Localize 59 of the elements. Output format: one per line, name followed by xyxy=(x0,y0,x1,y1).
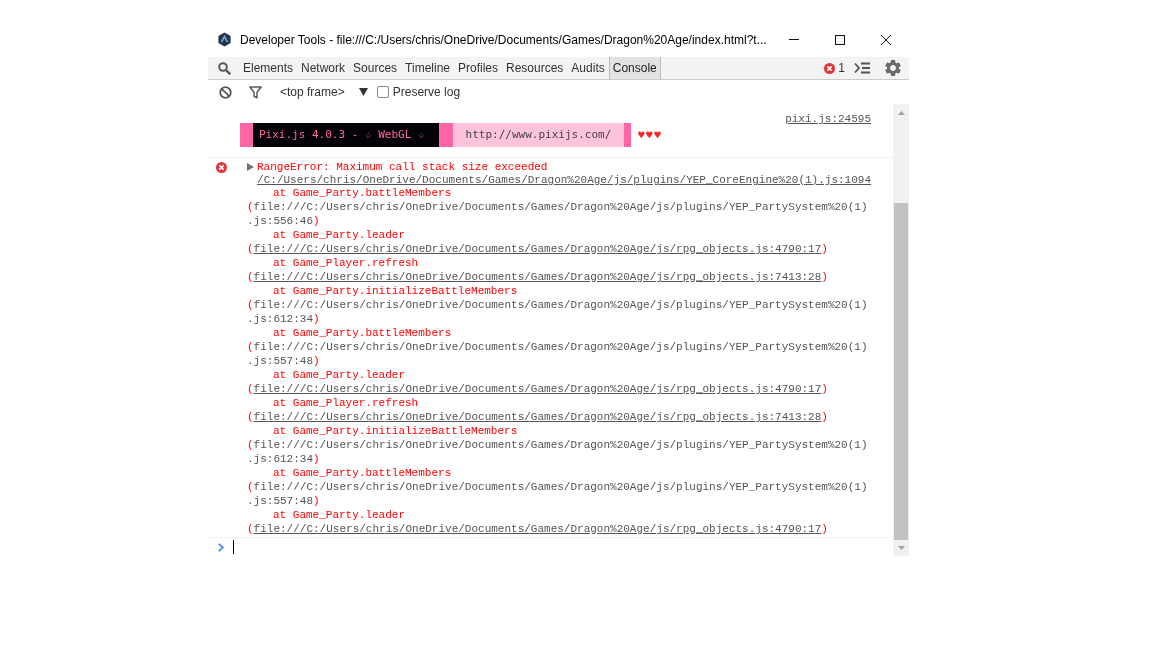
stack-frame-call: at Game_Party.leader xyxy=(273,508,406,522)
source-link[interactable]: file:///C:/Users/chris/OneDrive/Documents/Games/Dragon%20Age/js/rpg_objects.js:4790:17 xyxy=(253,383,822,395)
banner-url: http://www.pixijs.com/ xyxy=(452,123,625,147)
prompt-chevron-icon xyxy=(218,542,224,552)
circle-slash-icon[interactable] xyxy=(219,85,232,99)
settings-icon[interactable] xyxy=(883,58,903,78)
source-link[interactable]: file:///C:/Users/chris/OneDrive/Documents/Games/Dragon%20Age/js/rpg_objects.js:4790:17 xyxy=(253,523,822,535)
source-link[interactable]: pixi.js:24595 xyxy=(785,113,871,125)
stack-frame-call: at Game_Party.initializeBattleMembers xyxy=(273,424,518,438)
filter-icon[interactable] xyxy=(249,85,262,99)
text-cursor xyxy=(233,540,234,554)
caret-icon[interactable] xyxy=(358,88,368,96)
window-title: Developer Tools - file:///C:/Users/chris/OneDrive/Documents/Games/Dragon%20Age/index.html?t... xyxy=(240,31,767,49)
context-selector[interactable]: <top frame> xyxy=(280,83,345,101)
stack-location: (file:///C:/Users/chris/OneDrive/Documents/Games/Dragon%20Age/js/plugins/YEP_PartySystem%20(1).js:612:34) xyxy=(247,298,869,326)
error-icon xyxy=(216,162,227,173)
chevron-list-icon[interactable] xyxy=(854,62,870,74)
panel-tab[interactable]: Sources xyxy=(349,57,402,79)
stack-frame-call: at Game_Party.battleMembers xyxy=(273,186,452,200)
panel-tab[interactable]: Console xyxy=(608,57,661,79)
error-count-icon[interactable] xyxy=(824,62,836,74)
stack-frame-call: at Game_Party.initializeBattleMembers xyxy=(273,284,518,298)
stack-location: (file:///C:/Users/chris/OneDrive/Documents/Games/Dragon%20Age/js/rpg_objects.js:7413:28) xyxy=(247,270,828,284)
disclosure-triangle-icon[interactable] xyxy=(247,163,254,171)
error-count[interactable]: 1 xyxy=(838,59,845,77)
close-icon[interactable] xyxy=(881,34,891,45)
stack-location: (file:///C:/Users/chris/OneDrive/Documents/Games/Dragon%20Age/js/plugins/YEP_PartySystem%20(1).js:612:34) xyxy=(247,438,869,466)
stack-frame-call: at Game_Party.battleMembers xyxy=(273,326,452,340)
panel-tab[interactable]: Network xyxy=(297,57,350,79)
source-link[interactable]: file:///C:/Users/chris/OneDrive/Documents/Games/Dragon%20Age/js/rpg_objects.js:7413:28 xyxy=(253,271,822,283)
stack-frame-call: at Game_Party.leader xyxy=(273,228,406,242)
maximize-icon[interactable] xyxy=(835,34,845,45)
preserve-log-label[interactable]: Preserve log xyxy=(392,83,461,101)
stack-location: (file:///C:/Users/chris/OneDrive/Documents/Games/Dragon%20Age/js/rpg_objects.js:4790:17) xyxy=(247,382,828,396)
source-link[interactable]: file:///C:/Users/chris/OneDrive/Documents/Games/Dragon%20Age/js/rpg_objects.js:7413:28 xyxy=(253,411,822,423)
stack-frame-call: at Game_Player.refresh xyxy=(273,256,419,270)
scrollbar-thumb[interactable] xyxy=(894,203,908,540)
stack-location: (file:///C:/Users/chris/OneDrive/Documents/Games/Dragon%20Age/js/plugins/YEP_PartySystem%20(1).js:557:48) xyxy=(247,340,869,368)
source-link[interactable]: /C:/Users/chris/OneDrive/Documents/Games/Dragon%20Age/js/plugins/YEP_CoreEngine%20(1).js:1094 xyxy=(257,174,871,186)
stack-frame-call: at Game_Party.leader xyxy=(273,368,406,382)
banner-title: Pixi.js 4.0.3 - ☆ WebGL ☆ xyxy=(253,123,439,147)
stack-location: (file:///C:/Users/chris/OneDrive/Documents/Games/Dragon%20Age/js/plugins/YEP_PartySystem%20(1).js:556:46) xyxy=(247,200,869,228)
stack-frame-call: at Game_Player.refresh xyxy=(273,396,419,410)
preserve-log-checkbox[interactable] xyxy=(376,86,389,98)
panel-tab[interactable]: Elements xyxy=(239,57,298,79)
stack-location: (file:///C:/Users/chris/OneDrive/Documents/Games/Dragon%20Age/js/plugins/YEP_PartySystem%20(1).js:557:48) xyxy=(247,480,869,508)
stack-location: (file:///C:/Users/chris/OneDrive/Documents/Games/Dragon%20Age/js/rpg_objects.js:7413:28) xyxy=(247,410,828,424)
source-link[interactable]: file:///C:/Users/chris/OneDrive/Documents/Games/Dragon%20Age/js/rpg_objects.js:4790:17 xyxy=(253,243,822,255)
panel-tab[interactable]: Audits xyxy=(567,57,609,79)
panel-tab[interactable]: Timeline xyxy=(401,57,454,79)
stack-location: (file:///C:/Users/chris/OneDrive/Documents/Games/Dragon%20Age/js/rpg_objects.js:4790:17) xyxy=(247,242,828,256)
panel-tab[interactable]: Resources xyxy=(502,57,568,79)
search-icon[interactable] xyxy=(218,61,231,75)
error-message: RangeError: Maximum call stack size exceeded xyxy=(257,160,548,174)
stack-location: (file:///C:/Users/chris/OneDrive/Documents/Games/Dragon%20Age/js/rpg_objects.js:4790:17) xyxy=(247,522,828,536)
stack-frame-call: at Game_Party.battleMembers xyxy=(273,466,452,480)
hearts: ♥♥♥ xyxy=(637,129,662,142)
app-icon xyxy=(217,32,232,47)
panel-tab[interactable]: Profiles xyxy=(454,57,502,79)
